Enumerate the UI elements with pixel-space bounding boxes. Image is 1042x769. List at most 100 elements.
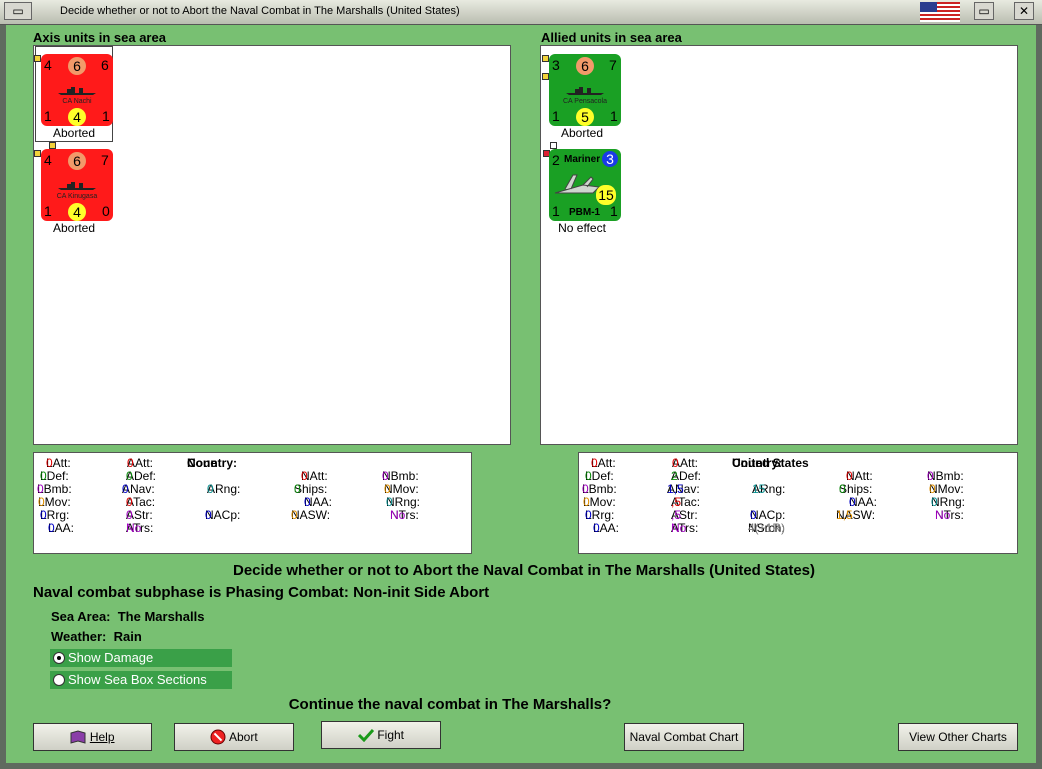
stat-nbmb: 0 bbox=[382, 469, 389, 483]
abort-button[interactable]: Abort bbox=[174, 723, 294, 751]
sea-area-value: The Marshalls bbox=[117, 609, 205, 624]
counter-top-center: 6 bbox=[68, 57, 86, 75]
stat-laa: 0 bbox=[593, 521, 600, 535]
stat-ships: 0 bbox=[294, 482, 301, 496]
no-entry-icon bbox=[210, 729, 226, 745]
counter-top-name: Mariner bbox=[564, 154, 601, 165]
axis-stats-panel: LAtt: 0 LDef: 0 LBmb: 0 LMov: 0 LRrg: 0 … bbox=[33, 452, 472, 554]
help-button[interactable]: Help bbox=[33, 723, 152, 751]
counter-top-right: 7 bbox=[101, 152, 109, 168]
stat-atrs: No bbox=[126, 521, 142, 535]
stat-adef: 2 bbox=[671, 469, 678, 483]
stat-lmov: 0 bbox=[38, 495, 45, 509]
page-heading: Decide whether or not to Abort the Naval… bbox=[232, 562, 816, 579]
stat-nacp: 0 bbox=[205, 508, 212, 522]
counter-bottom-center: 5 bbox=[576, 108, 594, 126]
stat-anav: 0 bbox=[122, 482, 129, 496]
stat-nasw: 1,5 bbox=[836, 508, 853, 522]
unit-marker-icon bbox=[49, 142, 56, 149]
unit-marker-icon bbox=[542, 73, 549, 80]
system-menu-icon[interactable]: ▭ bbox=[4, 2, 32, 20]
counter-bottom-right: 0 bbox=[102, 203, 110, 219]
book-icon bbox=[70, 730, 86, 744]
unit-counter[interactable]: 3 6 7 CA Pensacola 1 5 1 bbox=[549, 54, 621, 126]
stat-lbmb: 0 bbox=[582, 482, 589, 496]
stat-ldef: 0 bbox=[40, 469, 47, 483]
stat-lmov: 0 bbox=[583, 495, 590, 509]
stat-natt: 0 bbox=[301, 469, 308, 483]
weather-row: Weather: Rain bbox=[51, 629, 142, 644]
counter-bottom-center: 4 bbox=[68, 108, 86, 126]
counter-name: CA Kinugasa bbox=[56, 193, 98, 200]
weather-value: Rain bbox=[113, 629, 142, 644]
counter-bottom-center: 15 bbox=[596, 185, 616, 205]
allied-header: Allied units in sea area bbox=[541, 30, 682, 45]
stat-naa: 0 bbox=[849, 495, 856, 509]
unit-counter[interactable]: 2 Mariner 3 15 PBM-1 1 1 bbox=[549, 149, 621, 221]
unit-counter[interactable]: 4 6 7 CA Kinugasa 1 4 0 bbox=[41, 149, 113, 221]
view-other-charts-button[interactable]: View Other Charts bbox=[898, 723, 1018, 751]
stat-atac: ,5 bbox=[671, 495, 682, 509]
naval-combat-chart-button[interactable]: Naval Combat Chart bbox=[624, 723, 744, 751]
counter-bottom-center: 4 bbox=[68, 203, 86, 221]
stat-ships: 0 bbox=[839, 482, 846, 496]
unit-status: No effect bbox=[558, 221, 606, 235]
stat-astr: ,5 bbox=[671, 508, 682, 522]
counter-bottom-right: 1 bbox=[610, 108, 618, 124]
stat-laa: 0 bbox=[48, 521, 55, 535]
axis-units-panel: 4 6 6 CA Nachi 1 4 1 Aborted 4 6 7 CA Ki… bbox=[33, 45, 511, 445]
stat-nsrch: 4(+1R) bbox=[748, 521, 786, 535]
restore-icon[interactable]: ▭ bbox=[974, 2, 994, 20]
stat-ldef: 0 bbox=[585, 469, 592, 483]
stat-nacp: 0 bbox=[750, 508, 757, 522]
cruiser-silhouette-icon bbox=[58, 182, 96, 190]
flying-boat-icon bbox=[554, 174, 601, 194]
fight-button[interactable]: Fight bbox=[321, 721, 441, 749]
counter-top-left: 2 bbox=[552, 152, 560, 168]
unit-status: Aborted bbox=[52, 126, 96, 140]
title-bar: ▭ Decide whether or not to Abort the Nav… bbox=[0, 0, 1042, 25]
stat-lrrg: 0 bbox=[40, 508, 47, 522]
counter-name: PBM-1 bbox=[569, 207, 601, 218]
stat-lrrg: 0 bbox=[585, 508, 592, 522]
unit-marker-icon bbox=[34, 150, 41, 157]
counter-top-left: 4 bbox=[44, 152, 52, 168]
checkmark-icon bbox=[357, 728, 375, 743]
stat-ntrs: No bbox=[935, 508, 951, 522]
cruiser-silhouette-icon bbox=[58, 87, 96, 95]
counter-bottom-left: 1 bbox=[552, 203, 560, 219]
axis-country: None bbox=[187, 456, 217, 470]
stat-aatt: 0 bbox=[127, 456, 134, 470]
stat-arng: 15 bbox=[752, 482, 766, 496]
unit-status: Aborted bbox=[52, 221, 96, 235]
counter-bottom-left: 1 bbox=[44, 108, 52, 124]
stat-astr: 0 bbox=[126, 508, 133, 522]
counter-bottom-right: 1 bbox=[102, 108, 110, 124]
unit-marker-icon bbox=[542, 55, 549, 62]
counter-bottom-left: 1 bbox=[44, 203, 52, 219]
stat-atac: 0 bbox=[126, 495, 133, 509]
allied-units-panel: 3 6 7 CA Pensacola 1 5 1 Aborted 2 Marin… bbox=[540, 45, 1018, 445]
stat-latt: 0 bbox=[46, 456, 53, 470]
allied-stats-panel: LAtt: 0 LDef: 0 LBmb: 0 LMov: 0 LRrg: 0 … bbox=[578, 452, 1018, 554]
cruiser-silhouette-icon bbox=[566, 87, 604, 95]
allied-country: United States bbox=[732, 456, 809, 470]
radio-selected-icon bbox=[53, 652, 65, 664]
show-damage-radio[interactable]: Show Damage bbox=[50, 649, 232, 667]
stat-nmov: 0 bbox=[929, 482, 936, 496]
stat-natt: 0 bbox=[846, 469, 853, 483]
axis-header: Axis units in sea area bbox=[33, 30, 166, 45]
counter-name: CA Pensacola bbox=[563, 98, 607, 105]
stat-nbmb: 0 bbox=[927, 469, 934, 483]
show-sea-box-radio[interactable]: Show Sea Box Sections bbox=[50, 671, 232, 689]
unit-status: Aborted bbox=[560, 126, 604, 140]
counter-bottom-left: 1 bbox=[552, 108, 560, 124]
stat-latt: 0 bbox=[591, 456, 598, 470]
stat-nmov: 0 bbox=[384, 482, 391, 496]
unit-counter[interactable]: 4 6 6 CA Nachi 1 4 1 bbox=[41, 54, 113, 126]
continue-question: Continue the naval combat in The Marshal… bbox=[288, 696, 612, 713]
counter-top-center: 6 bbox=[576, 57, 594, 75]
stat-aatt: 0 bbox=[672, 456, 679, 470]
stat-lbmb: 0 bbox=[37, 482, 44, 496]
close-icon[interactable]: ✕ bbox=[1014, 2, 1034, 20]
